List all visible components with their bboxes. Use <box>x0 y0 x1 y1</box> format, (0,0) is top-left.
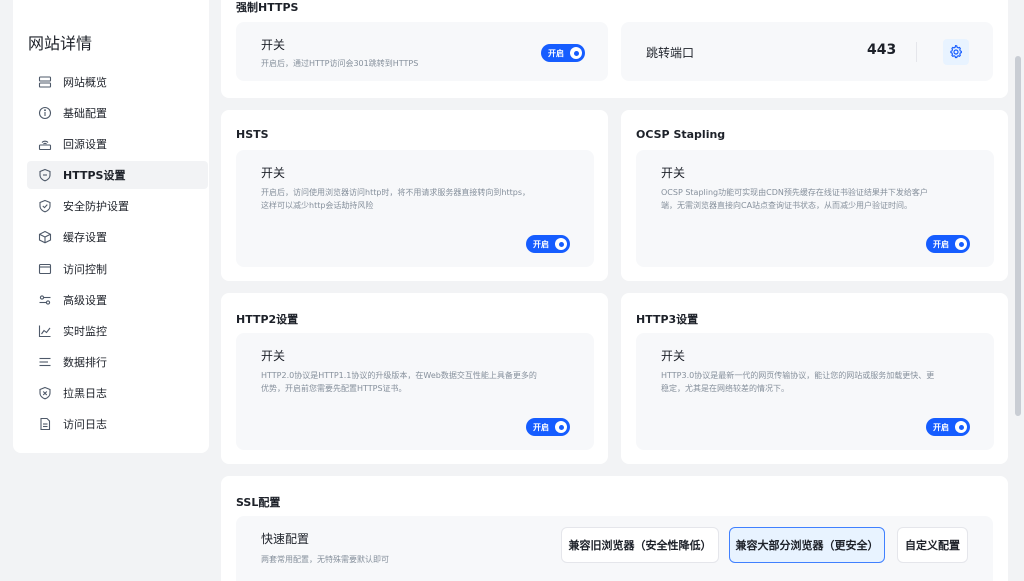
ssl-modern-browser-button[interactable]: 兼容大部分浏览器（更安全） <box>729 527 885 563</box>
sidebar-item-security[interactable]: 安全防护设置 <box>27 192 208 220</box>
force-https-switch-panel: 开关 开启后，通过HTTP访问会301跳转到HTTPS 开启 <box>236 22 608 81</box>
http3-desc-line-2: 稳定，尤其是在网络较差的情况下。 <box>661 384 789 393</box>
sidebar-item-access-log[interactable]: 访问日志 <box>27 410 208 438</box>
sidebar-item-label: 拉黑日志 <box>63 386 107 400</box>
toggle-knob <box>555 238 567 250</box>
sidebar: 网站详情 网站概览 基础配置 回源设置 HTTPS设置 安全防护设置 缓存设置 … <box>13 0 209 453</box>
ssl-quick-panel: 快速配置 两套常用配置，无特殊需要默认即可 兼容旧浏览器（安全性降低） 兼容大部… <box>236 516 993 581</box>
redirect-port-panel: 跳转端口 443 <box>621 22 993 81</box>
ocsp-card: OCSP Stapling 开关 OCSP Stapling功能可实现由CDN预… <box>621 110 1008 281</box>
ocsp-desc-line-2: 端，无需浏览器直接向CA站点查询证书状态，从而减少用户验证时间。 <box>661 201 913 210</box>
ocsp-switch-title: 开关 <box>661 166 686 180</box>
hsts-title: HSTS <box>236 128 269 141</box>
hsts-switch-title: 开关 <box>261 166 286 180</box>
ssl-legacy-browser-button[interactable]: 兼容旧浏览器（安全性降低） <box>561 527 719 563</box>
sidebar-item-overview[interactable]: 网站概览 <box>27 68 208 96</box>
ocsp-panel: 开关 OCSP Stapling功能可实现由CDN预先缓存在线证书验证结果并下发… <box>636 150 994 267</box>
ssl-title: SSL配置 <box>236 496 281 509</box>
toggle-knob <box>570 47 582 59</box>
gear-icon <box>949 45 963 59</box>
force-https-title: 强制HTTPS <box>236 1 299 14</box>
shield-icon <box>38 168 52 182</box>
ssl-quick-title: 快速配置 <box>261 532 310 546</box>
toggle-knob <box>955 238 967 250</box>
force-https-card: 强制HTTPS 开关 开启后，通过HTTP访问会301跳转到HTTPS 开启 跳… <box>221 0 1008 98</box>
http3-title: HTTP3设置 <box>636 313 699 326</box>
hsts-desc-line-1: 开启后，访问使用浏览器访问http时，将不用请求服务器直接转向到https， <box>261 188 531 197</box>
hsts-toggle[interactable]: 开启 <box>526 235 570 253</box>
sidebar-item-label: 安全防护设置 <box>63 200 129 214</box>
toggle-label: 开启 <box>933 422 949 432</box>
ssl-custom-config-button[interactable]: 自定义配置 <box>897 527 968 563</box>
hsts-card: HSTS 开关 开启后，访问使用浏览器访问http时，将不用请求服务器直接转向到… <box>221 110 608 281</box>
shield-x-icon <box>38 386 52 400</box>
sidebar-item-cache[interactable]: 缓存设置 <box>27 223 208 251</box>
document-icon <box>38 417 52 431</box>
http2-title: HTTP2设置 <box>236 313 299 326</box>
http3-toggle[interactable]: 开启 <box>926 418 970 436</box>
http2-card: HTTP2设置 开关 HTTP2.0协议是HTTP1.1协议的升级版本，在Web… <box>221 293 608 464</box>
info-icon <box>38 106 52 120</box>
toggle-label: 开启 <box>548 48 564 58</box>
sidebar-item-label: 数据排行 <box>63 355 107 369</box>
ocsp-toggle[interactable]: 开启 <box>926 235 970 253</box>
sliders-icon <box>38 293 52 307</box>
sidebar-item-label: 网站概览 <box>63 76 107 89</box>
redirect-port-value: 443 <box>867 42 897 58</box>
redirect-port-label: 跳转端口 <box>646 46 695 60</box>
ocsp-title: OCSP Stapling <box>636 128 726 141</box>
http3-switch-title: 开关 <box>661 349 686 363</box>
toggle-label: 开启 <box>933 239 949 249</box>
http3-panel: 开关 HTTP3.0协议是最新一代的网页传输协议，能让您的网站或服务加载更快、更… <box>636 333 994 450</box>
ssl-quick-desc: 两套常用配置，无特殊需要默认即可 <box>261 555 389 564</box>
sidebar-item-advanced[interactable]: 高级设置 <box>27 286 208 314</box>
http3-desc-line-1: HTTP3.0协议是最新一代的网页传输协议，能让您的网站或服务加载更快、更 <box>661 371 935 380</box>
toggle-knob <box>555 421 567 433</box>
sidebar-item-label: 实时监控 <box>63 324 107 338</box>
server-icon <box>38 75 52 89</box>
http2-desc-line-1: HTTP2.0协议是HTTP1.1协议的升级版本，在Web数据交互性能上具备更多… <box>261 371 537 380</box>
force-https-switch-title: 开关 <box>261 38 286 52</box>
ocsp-desc-line-1: OCSP Stapling功能可实现由CDN预先缓存在线证书验证结果并下发给客户 <box>661 188 928 197</box>
toggle-label: 开启 <box>533 422 549 432</box>
list-icon <box>38 355 52 369</box>
sidebar-item-label: 缓存设置 <box>63 231 107 245</box>
sidebar-item-label: 回源设置 <box>63 138 107 152</box>
http2-panel: 开关 HTTP2.0协议是HTTP1.1协议的升级版本，在Web数据交互性能上具… <box>236 333 594 450</box>
toggle-knob <box>955 421 967 433</box>
http2-desc-line-2: 优势，开启前您需要先配置HTTPS证书。 <box>261 384 407 393</box>
sidebar-item-label: 访问控制 <box>63 262 107 276</box>
sidebar-item-access-control[interactable]: 访问控制 <box>27 255 208 283</box>
force-https-switch-desc: 开启后，通过HTTP访问会301跳转到HTTPS <box>261 59 419 68</box>
sidebar-item-label: 基础配置 <box>63 107 107 121</box>
sidebar-item-label: 访问日志 <box>63 418 107 432</box>
ssl-card: SSL配置 快速配置 两套常用配置，无特殊需要默认即可 兼容旧浏览器（安全性降低… <box>221 476 1008 581</box>
hsts-panel: 开关 开启后，访问使用浏览器访问http时，将不用请求服务器直接转向到https… <box>236 150 594 267</box>
sidebar-nav: 网站概览 基础配置 回源设置 HTTPS设置 安全防护设置 缓存设置 访问控制 <box>27 68 208 441</box>
sidebar-item-monitor[interactable]: 实时监控 <box>27 317 208 345</box>
chart-line-icon <box>38 324 52 338</box>
sidebar-item-label: HTTPS设置 <box>63 169 126 183</box>
port-divider <box>916 42 917 62</box>
http2-switch-title: 开关 <box>261 349 286 363</box>
sidebar-item-blacklist-log[interactable]: 拉黑日志 <box>27 379 208 407</box>
port-settings-button[interactable] <box>943 39 969 65</box>
hsts-desc-line-2: 这样可以减少http会话劫持风险 <box>261 201 374 210</box>
sidebar-item-label: 高级设置 <box>63 293 107 307</box>
scrollbar-thumb[interactable] <box>1015 56 1021 416</box>
router-icon <box>38 137 52 151</box>
http2-toggle[interactable]: 开启 <box>526 418 570 436</box>
page-scrollbar[interactable] <box>1013 0 1024 581</box>
cube-icon <box>38 230 52 244</box>
toggle-label: 开启 <box>533 239 549 249</box>
sidebar-item-https[interactable]: HTTPS设置 <box>27 161 208 190</box>
sidebar-item-origin[interactable]: 回源设置 <box>27 130 208 158</box>
window-icon <box>38 262 52 276</box>
sidebar-item-ranking[interactable]: 数据排行 <box>27 348 208 376</box>
shield-check-icon <box>38 199 52 213</box>
sidebar-item-basic[interactable]: 基础配置 <box>27 99 208 127</box>
http3-card: HTTP3设置 开关 HTTP3.0协议是最新一代的网页传输协议，能让您的网站或… <box>621 293 1008 464</box>
force-https-toggle[interactable]: 开启 <box>541 44 585 62</box>
sidebar-title: 网站详情 <box>28 34 93 53</box>
